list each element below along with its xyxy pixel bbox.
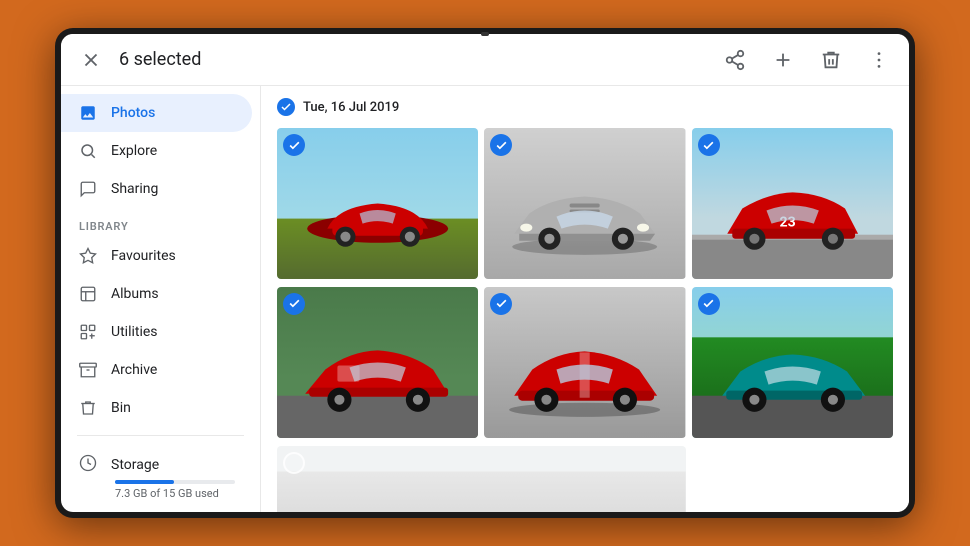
storage-row: Storage (79, 454, 242, 476)
photo-check-1 (283, 134, 305, 156)
photo-cell-6[interactable] (692, 287, 893, 438)
photo-check-4 (283, 293, 305, 315)
storage-icon (79, 454, 97, 476)
topbar-actions (721, 46, 893, 74)
selected-count-label: 6 selected (119, 49, 201, 70)
archive-icon (79, 361, 97, 379)
photo-content: Tue, 16 Jul 2019 (261, 86, 909, 512)
sidebar-divider (77, 435, 244, 436)
sharing-label: Sharing (111, 181, 158, 197)
date-check-icon (277, 98, 295, 116)
sidebar-item-utilities[interactable]: Utilities (61, 313, 252, 351)
more-button[interactable] (865, 46, 893, 74)
add-button[interactable] (769, 46, 797, 74)
photo-grid-row1: 23 (277, 128, 893, 279)
library-section-label: LIBRARY (61, 208, 260, 237)
close-button[interactable] (77, 46, 105, 74)
sharing-icon (79, 180, 97, 198)
archive-label: Archive (111, 362, 157, 378)
albums-icon (79, 285, 97, 303)
photo-check-empty-7 (283, 452, 305, 474)
topbar-left: 6 selected (77, 46, 201, 74)
sidebar-item-favourites[interactable]: Favourites (61, 237, 252, 275)
storage-bar-container (115, 480, 235, 484)
photo-check-3 (698, 134, 720, 156)
sidebar-item-albums[interactable]: Albums (61, 275, 252, 313)
delete-button[interactable] (817, 46, 845, 74)
date-label: Tue, 16 Jul 2019 (303, 100, 399, 115)
sidebar-item-sharing[interactable]: Sharing (61, 170, 252, 208)
photos-label: Photos (111, 105, 155, 121)
explore-label: Explore (111, 143, 157, 159)
storage-used-text: 7.3 GB of 15 GB used (115, 487, 242, 500)
photos-icon (79, 104, 97, 122)
topbar: 6 selected (61, 34, 909, 86)
photo-grid-row2 (277, 287, 893, 438)
utilities-label: Utilities (111, 324, 158, 340)
sidebar: Photos Explore (61, 86, 261, 512)
photo-cell-3[interactable]: 23 (692, 128, 893, 279)
storage-bar-fill (115, 480, 174, 484)
date-header: Tue, 16 Jul 2019 (277, 98, 893, 116)
bin-label: Bin (111, 400, 131, 416)
photo-cell-2[interactable] (484, 128, 685, 279)
bin-icon (79, 399, 97, 417)
sidebar-item-photos[interactable]: Photos (61, 94, 252, 132)
storage-section: Storage 7.3 GB of 15 GB used (61, 444, 260, 510)
share-button[interactable] (721, 46, 749, 74)
photo-cell-4[interactable] (277, 287, 478, 438)
favourites-icon (79, 247, 97, 265)
sidebar-item-explore[interactable]: Explore (61, 132, 252, 170)
device-frame: 6 selected (55, 28, 915, 518)
photo-cell-1[interactable] (277, 128, 478, 279)
screen: 6 selected (61, 34, 909, 512)
sidebar-item-bin[interactable]: Bin (61, 389, 252, 427)
storage-label: Storage (111, 457, 159, 473)
utilities-icon (79, 323, 97, 341)
albums-label: Albums (111, 286, 159, 302)
photo-cell-7[interactable]: 12 (277, 446, 686, 512)
photo-grid-row3: 12 (277, 446, 893, 512)
photo-check-6 (698, 293, 720, 315)
favourites-label: Favourites (111, 248, 176, 264)
main-area: Photos Explore (61, 86, 909, 512)
photo-cell-5[interactable] (484, 287, 685, 438)
sidebar-item-archive[interactable]: Archive (61, 351, 252, 389)
explore-icon (79, 142, 97, 160)
